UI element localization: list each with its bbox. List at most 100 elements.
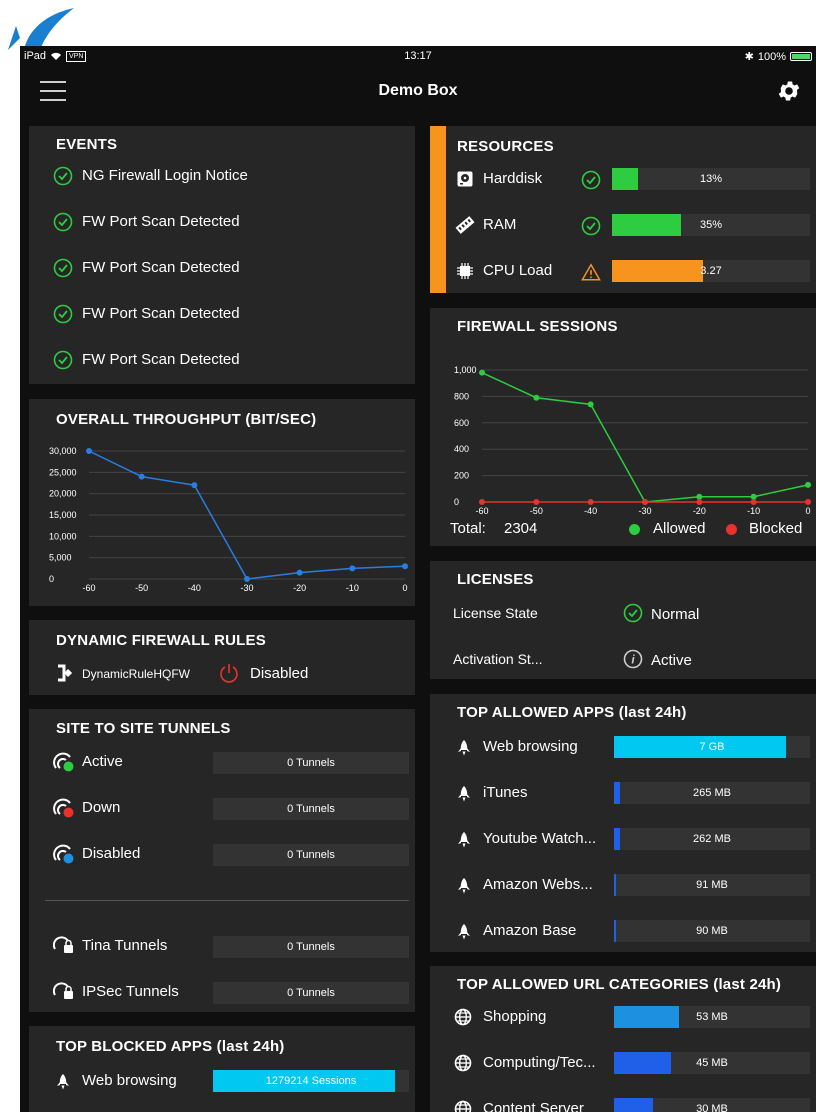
data-point[interactable] xyxy=(642,499,648,505)
app-row[interactable]: Web browsing 7 GB xyxy=(430,736,816,760)
event-item[interactable]: FW Port Scan Detected xyxy=(29,212,415,242)
data-point[interactable] xyxy=(191,482,198,489)
x-tick-label: -20 xyxy=(293,583,306,593)
app-row[interactable]: iTunes 265 MB xyxy=(430,782,816,806)
x-tick-label: -60 xyxy=(82,583,95,593)
tunnel-row[interactable]: Active 0 Tunnels xyxy=(29,751,415,775)
app-row[interactable]: Amazon Webs... 91 MB xyxy=(430,874,816,898)
check-circle-icon xyxy=(581,216,601,236)
top-url-card: TOP ALLOWED URL CATEGORIES (last 24h) Sh… xyxy=(430,966,816,1112)
data-point[interactable] xyxy=(533,394,540,401)
data-point[interactable] xyxy=(86,448,92,454)
total-label: Total: xyxy=(450,520,486,537)
data-point[interactable] xyxy=(805,499,811,505)
cpu-icon xyxy=(457,263,473,279)
data-point[interactable] xyxy=(402,563,408,570)
data-point[interactable] xyxy=(138,473,145,480)
app-value: 265 MB xyxy=(693,787,731,799)
rule-name[interactable]: DynamicRuleHQFW xyxy=(82,667,190,681)
app-label: Youtube Watch... xyxy=(483,830,597,847)
resource-row[interactable]: CPU Load 3.27 xyxy=(430,260,816,284)
y-tick-label: 0 xyxy=(454,497,459,507)
data-point[interactable] xyxy=(805,481,811,488)
data-point[interactable] xyxy=(696,499,703,505)
data-point[interactable] xyxy=(587,499,594,505)
blocked-row[interactable]: Web browsing 1279214 Sessions xyxy=(29,1070,415,1094)
total-value: 2304 xyxy=(504,520,538,537)
app-value: 7 GB xyxy=(699,741,725,753)
url-bar: 45 MB xyxy=(614,1052,810,1074)
url-value: 45 MB xyxy=(696,1057,728,1069)
rule-route-icon xyxy=(58,664,73,682)
event-item[interactable]: FW Port Scan Detected xyxy=(29,258,415,288)
tunnel-value: 0 Tunnels xyxy=(213,844,409,866)
app-row[interactable]: Youtube Watch... 262 MB xyxy=(430,828,816,852)
x-tick-label: -50 xyxy=(135,583,148,593)
app-bar: 7 GB xyxy=(614,736,810,758)
tunnel-value: 0 Tunnels xyxy=(213,982,409,1004)
x-tick-label: -10 xyxy=(747,506,760,516)
ram-icon xyxy=(455,216,475,234)
svg-text:i: i xyxy=(631,653,635,667)
data-point[interactable] xyxy=(479,499,485,505)
data-point[interactable] xyxy=(750,499,757,505)
data-point[interactable] xyxy=(349,565,356,572)
tunnel-row[interactable]: Tina Tunnels 0 Tunnels xyxy=(29,935,415,959)
data-point[interactable] xyxy=(244,576,250,582)
app-screen: iPad VPN 13:17 ✱ 100% Demo Box EVENTS NG… xyxy=(20,46,816,1112)
legend-allowed: Allowed xyxy=(653,520,706,537)
tunnel-row[interactable]: IPSec Tunnels 0 Tunnels xyxy=(29,981,415,1005)
resource-label: CPU Load xyxy=(483,262,553,279)
check-circle-icon xyxy=(53,304,73,324)
y-tick-label: 200 xyxy=(454,471,469,481)
y-tick-label: 10,000 xyxy=(49,531,77,541)
x-tick-label: -40 xyxy=(584,506,597,516)
resource-row[interactable]: Harddisk 13% xyxy=(430,168,816,192)
tunnel-row[interactable]: Down 0 Tunnels xyxy=(29,797,415,821)
activation-label: Activation St... xyxy=(453,651,543,667)
y-tick-label: 600 xyxy=(454,418,469,428)
legend-blocked: Blocked xyxy=(749,520,803,537)
data-point[interactable] xyxy=(696,493,703,500)
data-point[interactable] xyxy=(587,401,594,408)
top-url-title: TOP ALLOWED URL CATEGORIES (last 24h) xyxy=(457,976,782,993)
data-point[interactable] xyxy=(533,499,540,505)
app-icon xyxy=(458,832,470,848)
data-point[interactable] xyxy=(296,569,303,576)
resource-row[interactable]: RAM 35% xyxy=(430,214,816,238)
app-row[interactable]: Amazon Base 90 MB xyxy=(430,920,816,944)
legend-allowed-dot xyxy=(629,524,640,535)
tunnel-value: 0 Tunnels xyxy=(213,752,409,774)
url-row[interactable]: Shopping 53 MB xyxy=(430,1006,816,1030)
barracuda-logo xyxy=(8,8,74,50)
url-row[interactable]: Content Server 30 MB xyxy=(430,1098,816,1112)
activation-value: Active xyxy=(651,652,692,669)
data-point[interactable] xyxy=(750,493,757,500)
tunnel-label: Down xyxy=(82,799,121,816)
harddisk-icon xyxy=(457,171,473,187)
tunnel-row[interactable]: Disabled 0 Tunnels xyxy=(29,843,415,867)
app-bar: 90 MB xyxy=(614,920,810,942)
warning-icon xyxy=(581,263,601,281)
url-row[interactable]: Computing/Tec... 45 MB xyxy=(430,1052,816,1076)
data-point[interactable] xyxy=(479,369,485,376)
event-item[interactable]: FW Port Scan Detected xyxy=(29,304,415,334)
globe-icon xyxy=(454,1100,472,1112)
gear-icon[interactable] xyxy=(776,78,802,104)
dynamic-rules-card: DYNAMIC FIREWALL RULES DynamicRuleHQFW D… xyxy=(29,620,415,695)
events-card: EVENTS NG Firewall Login Notice FW Port S… xyxy=(29,126,415,384)
y-tick-label: 800 xyxy=(454,391,469,401)
nav-bar: Demo Box xyxy=(20,66,816,116)
app-bar: 265 MB xyxy=(614,782,810,804)
licenses-title: LICENSES xyxy=(457,571,534,588)
top-blocked-title: TOP BLOCKED APPS (last 24h) xyxy=(56,1038,285,1055)
app-icon xyxy=(458,740,470,756)
app-value: 91 MB xyxy=(696,879,728,891)
resource-bar: 35% xyxy=(612,214,810,236)
check-circle-icon xyxy=(53,258,73,278)
blocked-bar: 1279214 Sessions xyxy=(213,1070,409,1092)
event-item[interactable]: NG Firewall Login Notice xyxy=(29,166,415,196)
tunnels-divider xyxy=(45,900,409,901)
y-tick-label: 30,000 xyxy=(49,446,77,456)
event-item[interactable]: FW Port Scan Detected xyxy=(29,350,415,380)
